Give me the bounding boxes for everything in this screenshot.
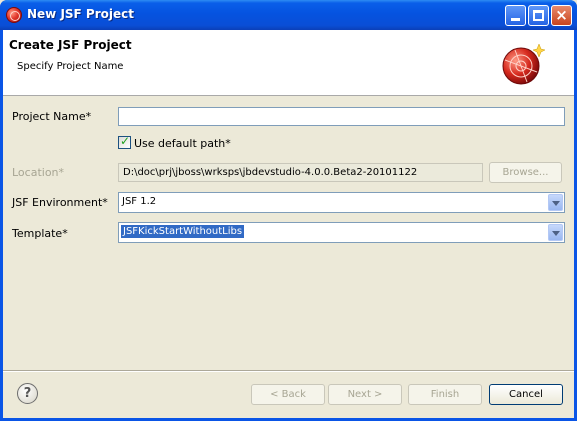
minimize-icon (511, 18, 520, 21)
project-name-label: Project Name* (12, 110, 92, 123)
cancel-button[interactable]: Cancel (489, 384, 563, 405)
page-title: Create JSF Project (9, 38, 132, 52)
close-button[interactable]: × (551, 5, 572, 26)
maximize-icon (533, 10, 544, 21)
location-label: Location* (12, 166, 65, 179)
chevron-down-icon[interactable] (548, 194, 563, 211)
close-icon: × (555, 6, 568, 24)
maximize-button[interactable] (528, 5, 549, 26)
use-default-path-checkbox[interactable]: ✓ (118, 134, 131, 149)
jsf-environment-value: JSF 1.2 (122, 196, 157, 207)
project-name-input[interactable] (118, 107, 565, 126)
browse-button[interactable]: Browse... (489, 162, 562, 183)
jsf-project-wizard-icon (502, 43, 545, 85)
help-icon[interactable]: ? (17, 383, 38, 404)
location-value: D:\doc\prj\jboss\wrksps\jbdevstudio-4.0.… (123, 167, 418, 178)
template-value: JSFKickStartWithoutLibs (119, 224, 246, 239)
jboss-icon (6, 7, 22, 23)
back-button[interactable]: < Back (251, 384, 325, 405)
title-bar[interactable]: New JSF Project × (0, 0, 577, 30)
footer-separator (3, 370, 574, 372)
jsf-environment-select[interactable]: JSF 1.2 (118, 192, 565, 213)
wizard-client-area: Create JSF Project Specify Project Name (3, 30, 574, 418)
jsf-environment-label: JSF Environment* (12, 196, 108, 209)
chevron-down-icon[interactable] (548, 224, 563, 241)
use-default-path-label[interactable]: Use default path* (134, 137, 231, 150)
wizard-window: New JSF Project × Create JSF Project Spe… (0, 0, 577, 421)
location-input[interactable]: D:\doc\prj\jboss\wrksps\jbdevstudio-4.0.… (118, 163, 483, 182)
minimize-button[interactable] (505, 5, 526, 26)
finish-button[interactable]: Finish (408, 384, 482, 405)
page-subtitle: Specify Project Name (17, 61, 124, 72)
window-title: New JSF Project (27, 7, 134, 21)
next-button[interactable]: Next > (328, 384, 402, 405)
template-label: Template* (12, 227, 68, 240)
checkmark-icon: ✓ (120, 134, 131, 148)
template-select[interactable]: JSFKickStartWithoutLibs (118, 222, 565, 243)
wizard-banner: Create JSF Project Specify Project Name (3, 30, 574, 96)
